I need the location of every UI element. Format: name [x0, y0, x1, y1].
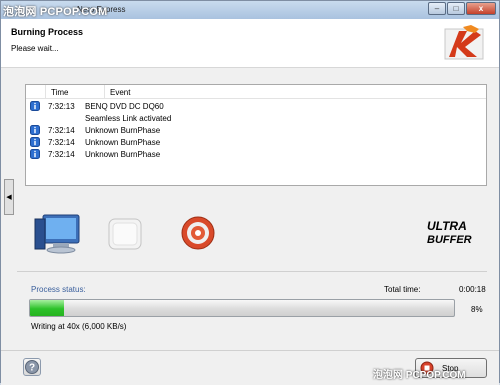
- svg-text:BUFFER: BUFFER: [427, 234, 472, 245]
- header-panel: Burning Process Please wait...: [1, 19, 499, 68]
- progress-fill: [30, 300, 64, 316]
- column-divider: [45, 85, 46, 98]
- log-event: Unknown BurnPhase: [85, 138, 161, 147]
- log-event: Unknown BurnPhase: [85, 126, 161, 135]
- help-icon: ?: [25, 360, 39, 374]
- divider: [17, 271, 487, 272]
- help-button[interactable]: ?: [23, 358, 41, 376]
- burning-disc-icon: [181, 216, 215, 250]
- event-log[interactable]: Time Event 7:32:13 BENQ DVD DC DQ60 Seam…: [25, 84, 487, 186]
- log-time: 7:32:13: [48, 102, 75, 111]
- log-time: 7:32:14: [48, 126, 75, 135]
- writing-speed: Writing at 40x (6,000 KB/s): [31, 322, 127, 331]
- log-event: BENQ DVD DC DQ60: [85, 102, 164, 111]
- log-event: Seamless Link activated: [85, 114, 172, 123]
- log-time: 7:32:14: [48, 138, 75, 147]
- computer-icon: [34, 214, 80, 254]
- log-header: Time Event: [26, 85, 486, 99]
- burning-window: Nero Express – □ x 泡泡网 PCPOP.COM Burning…: [0, 0, 500, 385]
- close-button[interactable]: x: [466, 2, 496, 15]
- info-icon: [30, 101, 40, 111]
- info-icon: [30, 125, 40, 135]
- log-row: 7:32:13 BENQ DVD DC DQ60: [26, 100, 486, 112]
- log-event: Unknown BurnPhase: [85, 150, 161, 159]
- progress-bar: [29, 299, 455, 317]
- column-time[interactable]: Time: [51, 88, 68, 97]
- nero-logo-icon: [444, 25, 484, 60]
- watermark-bottom: 泡泡网 PCPOP.COM: [373, 370, 466, 381]
- page-subtitle: Please wait...: [11, 44, 59, 53]
- page-title: Burning Process: [11, 27, 84, 37]
- total-time-label: Total time:: [384, 285, 421, 294]
- watermark-top: 泡泡网 PCPOP.COM: [3, 6, 108, 18]
- minimize-button[interactable]: –: [428, 2, 446, 15]
- info-icon: [30, 149, 40, 159]
- column-divider: [104, 85, 105, 98]
- log-time: 7:32:14: [48, 150, 75, 159]
- ultra-buffer-logo: ULTRA BUFFER: [427, 219, 472, 245]
- progress-percent: 8%: [471, 305, 483, 314]
- side-collapse-tab[interactable]: ◀: [4, 179, 14, 215]
- log-row: 7:32:14 Unknown BurnPhase: [26, 148, 486, 160]
- log-row: Seamless Link activated: [26, 112, 486, 124]
- process-status-label: Process status:: [31, 285, 86, 294]
- column-event[interactable]: Event: [110, 88, 130, 97]
- svg-text:ULTRA: ULTRA: [427, 219, 467, 233]
- maximize-button[interactable]: □: [447, 2, 465, 15]
- total-time-value: 0:00:18: [459, 285, 486, 294]
- log-row: 7:32:14 Unknown BurnPhase: [26, 136, 486, 148]
- info-icon: [30, 137, 40, 147]
- blank-disc-icon: [108, 218, 142, 250]
- log-row: 7:32:14 Unknown BurnPhase: [26, 124, 486, 136]
- svg-text:?: ?: [29, 363, 35, 374]
